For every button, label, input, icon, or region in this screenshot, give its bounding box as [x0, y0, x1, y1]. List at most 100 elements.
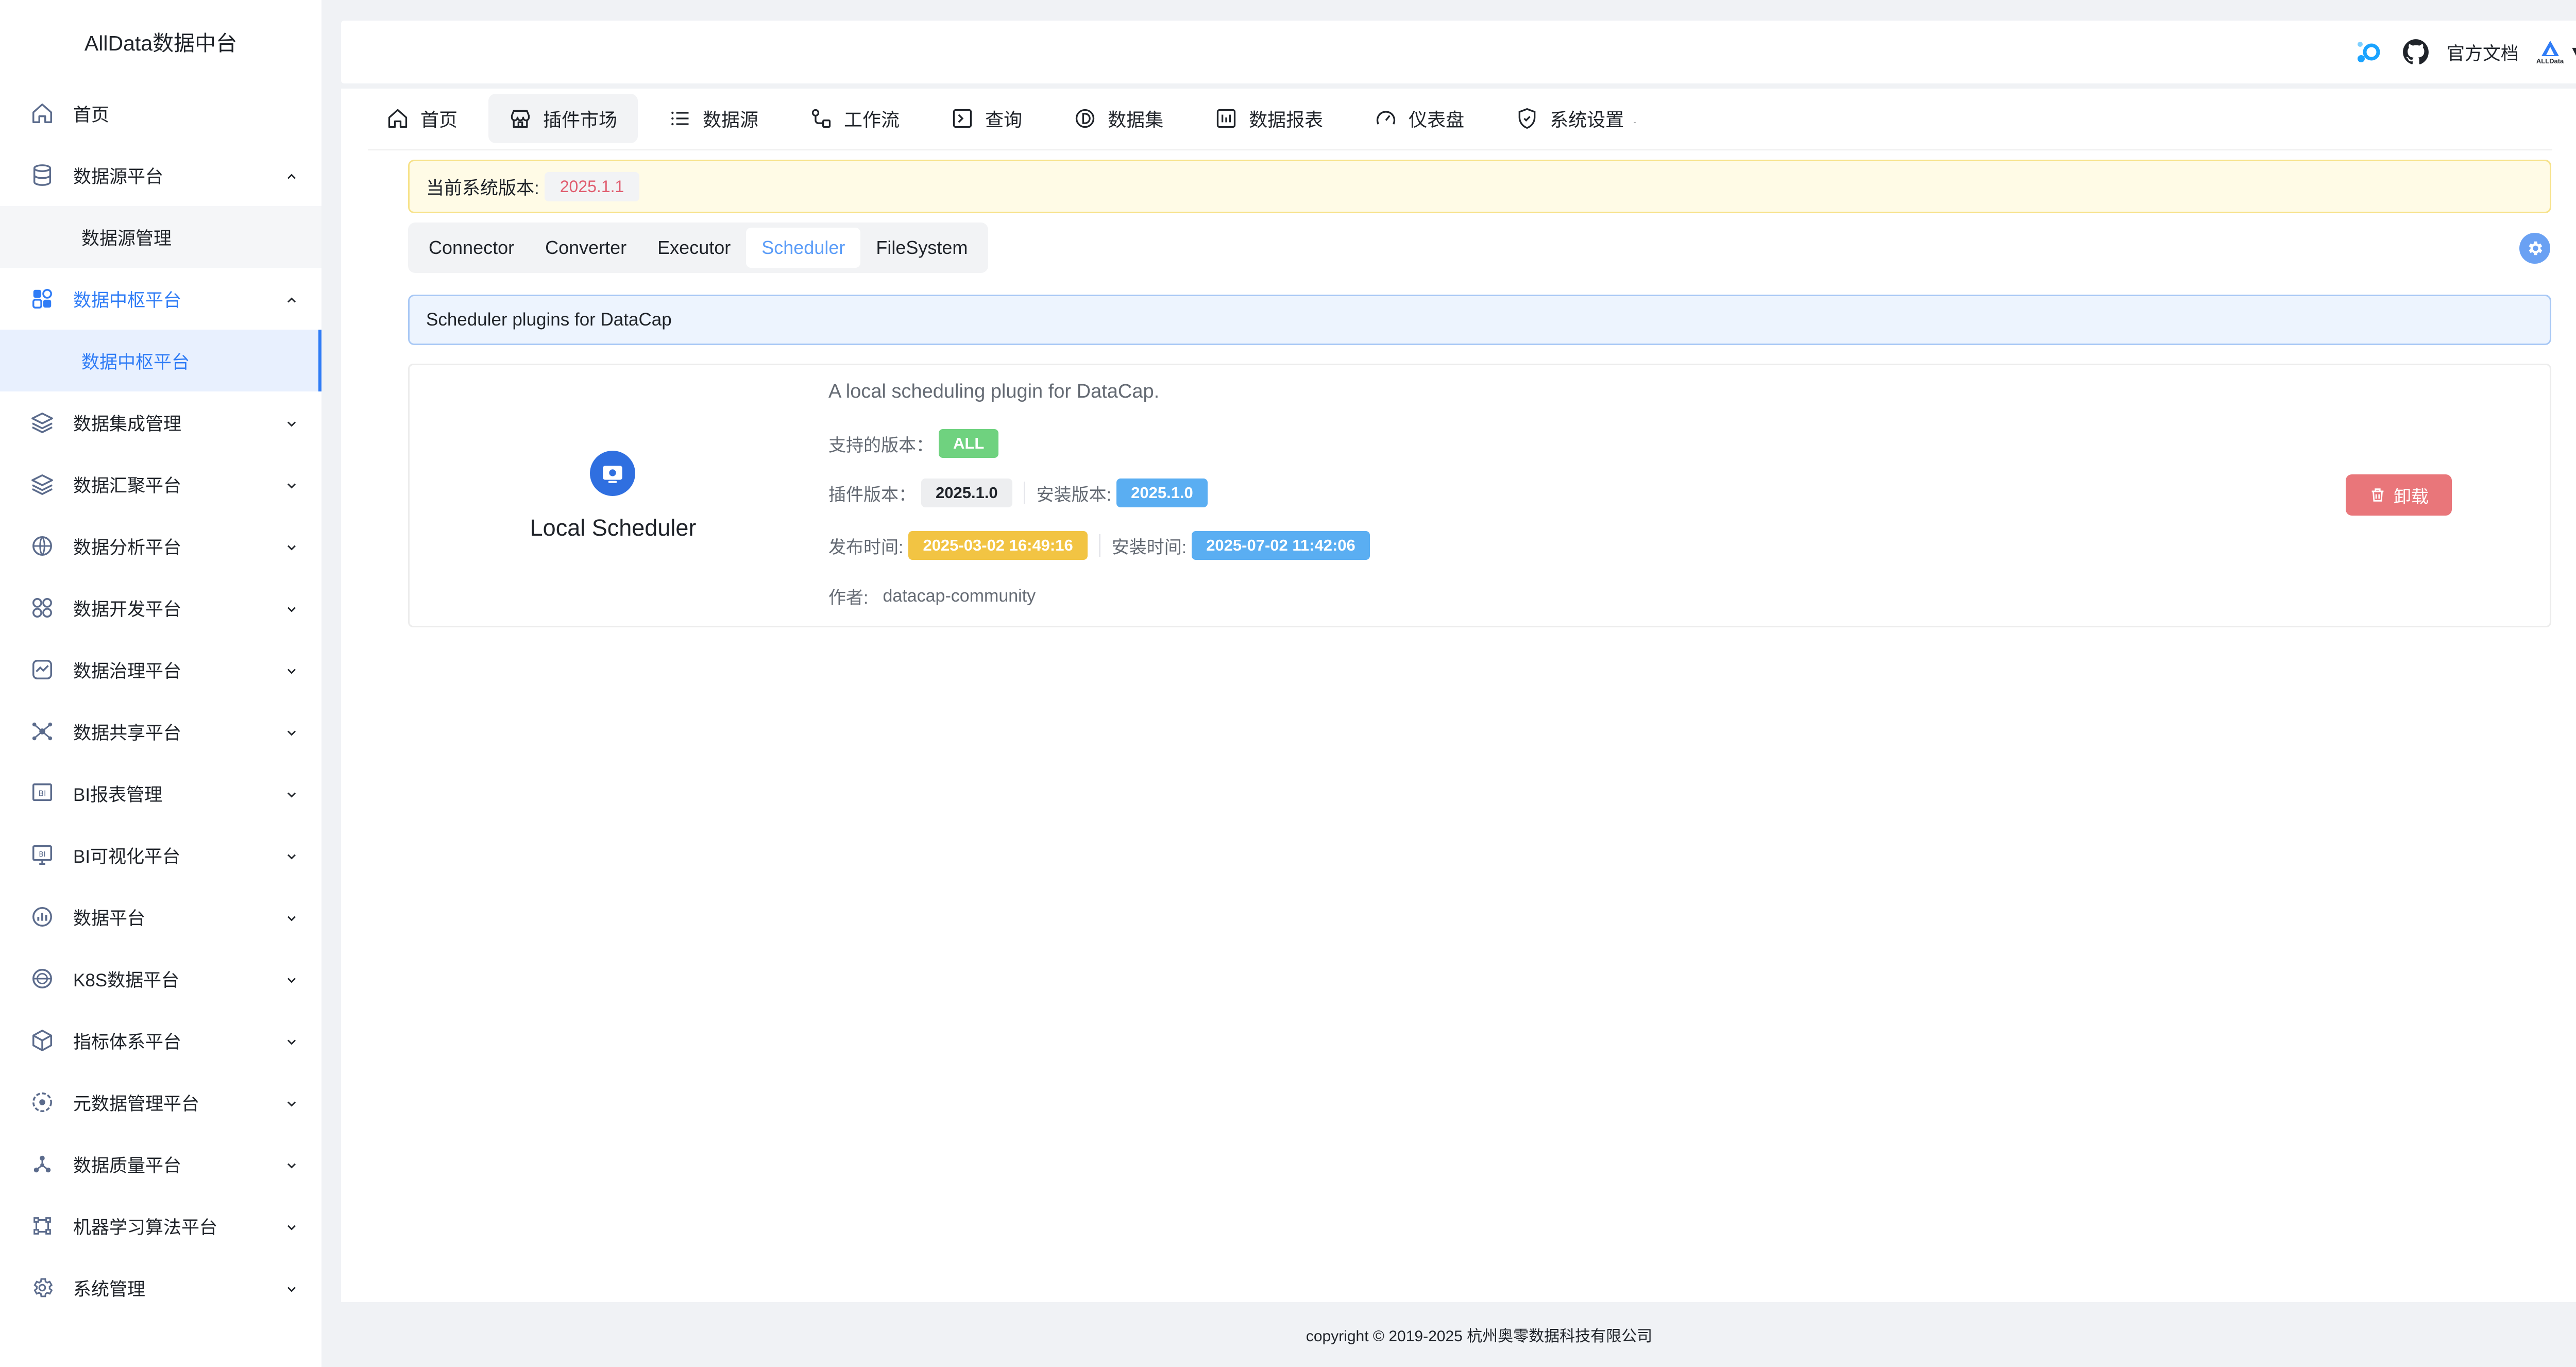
nav-divider	[368, 149, 2552, 150]
app-title: AllData数据中台	[84, 31, 238, 55]
separator	[1023, 482, 1025, 504]
chevron-down-icon	[284, 724, 299, 739]
sidebar-item-label: 数据开发平台	[73, 599, 182, 620]
module-nav: 首页 插件市场 数据源 工作流 查询 数据集 数据报表 仪表盘 系统设置	[366, 92, 1668, 145]
trash-icon	[2369, 486, 2394, 504]
sidebar-item[interactable]: 数据源平台	[0, 144, 321, 206]
logo-text: ALLData	[2536, 57, 2564, 65]
chevron-down-icon	[284, 1095, 299, 1109]
plugin-name: Local Scheduler	[530, 515, 697, 541]
uninstall-label: 卸载	[2394, 487, 2429, 507]
settings-icon	[30, 1275, 55, 1300]
database-icon	[30, 163, 55, 187]
alldata-circle-icon[interactable]	[2354, 39, 2385, 65]
sidebar-item[interactable]: 系统管理	[0, 1257, 321, 1319]
sidebar-item[interactable]: 数据平台	[0, 886, 321, 948]
home-icon	[30, 101, 55, 126]
bi-screen-icon: BI	[30, 843, 55, 867]
sidebar-item[interactable]: BI BI可视化平台	[0, 824, 321, 886]
version-alert: 当前系统版本: 2025.1.1	[408, 160, 2551, 213]
author-row: 作者: datacap-community	[828, 584, 1036, 609]
sidebar-item[interactable]: 机器学习算法平台	[0, 1195, 321, 1257]
install-version-label: 安装版本:	[1036, 485, 1112, 505]
nav-item-label: 数据报表	[1249, 109, 1324, 130]
chevron-up-icon	[284, 168, 299, 182]
nav-item-label: 仪表盘	[1409, 109, 1465, 130]
tab-converter[interactable]: Converter	[530, 228, 642, 268]
sidebar-item[interactable]: 数据质量平台	[0, 1133, 321, 1195]
sidebar-item-label: BI可视化平台	[73, 846, 181, 867]
plugin-version-label: 插件版本：	[828, 485, 916, 505]
copyright-text: copyright © 2019-2025 杭州奥零数据科技有限公司	[1306, 1328, 1653, 1345]
sidebar-item-label: BI报表管理	[73, 784, 163, 805]
tab-scheduler[interactable]: Scheduler	[746, 228, 861, 268]
sidebar-item[interactable]: BI BI报表管理	[0, 762, 321, 824]
plugin-card-header: Local Scheduler	[410, 365, 817, 629]
nav-item-label: 查询	[985, 109, 1023, 130]
docs-link[interactable]: 官方文档	[2447, 39, 2519, 65]
nav-item[interactable]: 插件市场	[488, 94, 638, 143]
uninstall-button[interactable]: 卸载	[2346, 474, 2452, 516]
github-icon[interactable]	[2402, 39, 2429, 65]
plugin-version-badge: 2025.1.0	[921, 479, 1012, 507]
sidebar-item[interactable]: 数据集成管理	[0, 391, 321, 453]
molecule-icon	[30, 1152, 55, 1176]
separator	[1098, 534, 1100, 557]
sidebar-item-label: 机器学习算法平台	[73, 1217, 218, 1238]
svg-text:BI: BI	[38, 789, 46, 798]
cube-icon	[30, 1028, 55, 1053]
layers-icon	[30, 410, 55, 435]
k8s-icon	[30, 966, 55, 991]
chevron-down-icon	[284, 1033, 299, 1048]
apps-icon	[30, 595, 55, 620]
sidebar-item[interactable]: 数据分析平台	[0, 515, 321, 577]
sidebar-item[interactable]: 首页	[0, 82, 321, 144]
store-icon	[509, 107, 543, 130]
terminal-icon	[951, 107, 985, 130]
sidebar: AllData数据中台 首页 数据源平台 数据源管理 数据中枢平台 数据中枢平台 数据集成…	[0, 0, 321, 1367]
sidebar-item[interactable]: K8S数据平台	[0, 948, 321, 1010]
settings-button[interactable]	[2519, 233, 2550, 264]
sidebar-item-label: 数据源平台	[73, 166, 164, 187]
tab-connector[interactable]: Connector	[413, 228, 530, 268]
sidebar-item[interactable]: 数据开发平台	[0, 577, 321, 639]
sidebar-item[interactable]: 数据汇聚平台	[0, 453, 321, 515]
tab-executor[interactable]: Executor	[642, 228, 746, 268]
user-menu[interactable]: ALLData ▼	[2536, 40, 2576, 65]
tab-filesystem[interactable]: FileSystem	[860, 228, 983, 268]
shield-icon	[1516, 107, 1550, 130]
sidebar-item[interactable]: 指标体系平台	[0, 1010, 321, 1071]
chevron-up-icon	[284, 292, 299, 306]
sidebar-subitem[interactable]: 数据源管理	[0, 206, 321, 268]
nav-item[interactable]: 数据报表	[1194, 94, 1344, 143]
nav-item[interactable]: 数据集	[1053, 94, 1184, 143]
sidebar-item[interactable]: 数据治理平台	[0, 639, 321, 700]
chevron-down-icon	[284, 477, 299, 491]
chevron-down-icon	[284, 848, 299, 862]
sidebar-item-label: 数据分析平台	[73, 537, 182, 558]
nav-item[interactable]: 首页	[366, 94, 478, 143]
footer: copyright © 2019-2025 杭州奥零数据科技有限公司	[321, 1302, 2576, 1367]
share-network-icon	[30, 719, 55, 744]
category-description-text: Scheduler plugins for DataCap	[426, 310, 672, 330]
sidebar-subitem-label: 数据中枢平台	[81, 352, 190, 372]
nav-item-label: 工作流	[844, 109, 900, 130]
sidebar-item[interactable]: 元数据管理平台	[0, 1071, 321, 1133]
sidebar-item-label: 首页	[73, 105, 110, 125]
chevron-down-icon	[284, 415, 299, 430]
sidebar-item-label: 数据中枢平台	[73, 290, 182, 311]
nav-item[interactable]: 数据源	[648, 94, 779, 143]
plugin-description: A local scheduling plugin for DataCap.	[828, 381, 1160, 402]
nav-item[interactable]: 仪表盘	[1354, 94, 1485, 143]
sidebar-subitem[interactable]: 数据中枢平台	[0, 330, 321, 391]
sidebar-item[interactable]: 数据中枢平台	[0, 268, 321, 330]
nav-item[interactable]: 查询	[930, 94, 1043, 143]
nav-item[interactable]: 工作流	[789, 94, 920, 143]
nav-item[interactable]: 系统设置	[1495, 94, 1668, 143]
sidebar-item-label: 元数据管理平台	[73, 1093, 200, 1114]
sidebar-item-label: 系统管理	[73, 1279, 146, 1300]
sidebar-item[interactable]: 数据共享平台	[0, 700, 321, 762]
version-label: 当前系统版本:	[426, 178, 539, 198]
report-icon	[1215, 107, 1249, 130]
chevron-down-icon	[284, 971, 299, 986]
